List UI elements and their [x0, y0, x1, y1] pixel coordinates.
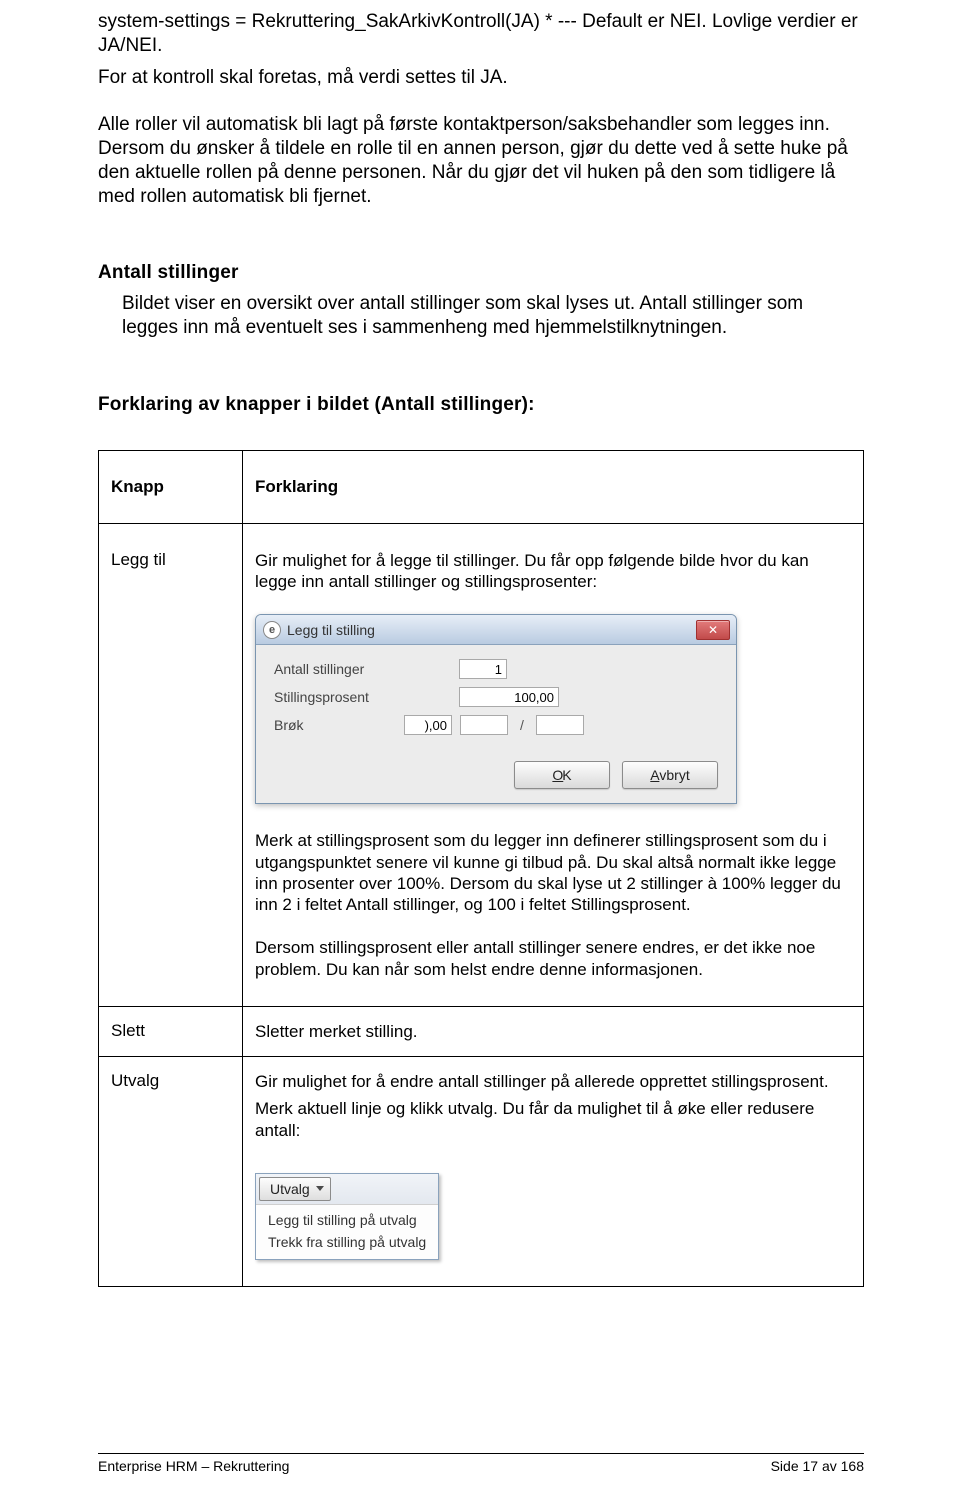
dropdown-item-trekk-fra[interactable]: Trekk fra stilling på utvalg [266, 1231, 428, 1253]
dialog-titlebar: e Legg til stilling ✕ [256, 615, 736, 645]
intro-paragraph-3: Alle roller vil automatisk bli lagt på f… [98, 113, 864, 208]
utvalg-text-2: Merk aktuell linje og klikk utvalg. Du f… [255, 1098, 851, 1141]
leggtil-text-3: Dersom stillingsprosent eller antall sti… [255, 937, 851, 980]
intro-paragraph-2: For at kontroll skal foretas, må verdi s… [98, 66, 864, 90]
legg-til-stilling-dialog: e Legg til stilling ✕ Antall stillinger [255, 614, 737, 804]
input-stillingsprosent[interactable] [459, 687, 559, 707]
cell-forklaring-slett: Sletter merket stilling. [243, 1006, 864, 1056]
utvalg-text-1: Gir mulighet for å endre antall stilling… [255, 1071, 851, 1092]
utvalg-dropdown-button[interactable]: Utvalg [259, 1177, 331, 1201]
input-brok-c[interactable] [536, 715, 584, 735]
chevron-down-icon [316, 1186, 324, 1191]
cell-knapp-leggtil: Legg til [99, 523, 243, 1006]
cell-forklaring-leggtil: Gir mulighet for å legge til stillinger.… [243, 523, 864, 1006]
dropdown-item-legg-til[interactable]: Legg til stilling på utvalg [266, 1209, 428, 1231]
input-antall-stillinger[interactable] [459, 659, 507, 679]
brok-slash: / [520, 717, 524, 733]
leggtil-text-2: Merk at stillingsprosent som du legger i… [255, 830, 851, 915]
cell-knapp-utvalg: Utvalg [99, 1057, 243, 1287]
label-stillingsprosent: Stillingsprosent [274, 689, 404, 705]
footer-right: Side 17 av 168 [771, 1458, 864, 1474]
close-icon[interactable]: ✕ [696, 620, 730, 640]
table-row: Utvalg Gir mulighet for å endre antall s… [99, 1057, 864, 1287]
table-row: Legg til Gir mulighet for å legge til st… [99, 523, 864, 1006]
input-brok-b[interactable] [460, 715, 508, 735]
heading-antall-stillinger: Antall stillinger [98, 262, 864, 284]
intro-paragraph-1: system-settings = Rekruttering_SakArkivK… [98, 10, 864, 58]
cell-knapp-slett: Slett [99, 1006, 243, 1056]
input-brok-a[interactable] [404, 715, 452, 735]
table-header-forklaring: Forklaring [243, 450, 864, 523]
leggtil-text-1: Gir mulighet for å legge til stillinger.… [255, 550, 851, 593]
button-explain-table: Knapp Forklaring Legg til Gir mulighet f… [98, 450, 864, 1287]
label-antall-stillinger: Antall stillinger [274, 661, 404, 677]
heading-forklaring: Forklaring av knapper i bildet (Antall s… [98, 394, 864, 416]
table-row: Slett Sletter merket stilling. [99, 1006, 864, 1056]
page-footer: Enterprise HRM – Rekruttering Side 17 av… [98, 1453, 864, 1474]
app-icon: e [263, 621, 281, 639]
cell-forklaring-utvalg: Gir mulighet for å endre antall stilling… [243, 1057, 864, 1287]
avbryt-button[interactable]: Avbryt Avbryt [622, 761, 718, 789]
footer-left: Enterprise HRM – Rekruttering [98, 1458, 289, 1474]
dialog-title: Legg til stilling [287, 622, 375, 638]
utvalg-dropdown-label: Utvalg [270, 1181, 310, 1197]
utvalg-dropdown: Utvalg Legg til stilling på utvalg Trekk… [255, 1173, 439, 1260]
antall-body: Bildet viser en oversikt over antall sti… [122, 292, 864, 340]
ok-button[interactable]: OOKK [514, 761, 610, 789]
slett-text: Sletter merket stilling. [255, 1021, 851, 1042]
label-brok: Brøk [274, 717, 404, 733]
table-header-knapp: Knapp [99, 450, 243, 523]
